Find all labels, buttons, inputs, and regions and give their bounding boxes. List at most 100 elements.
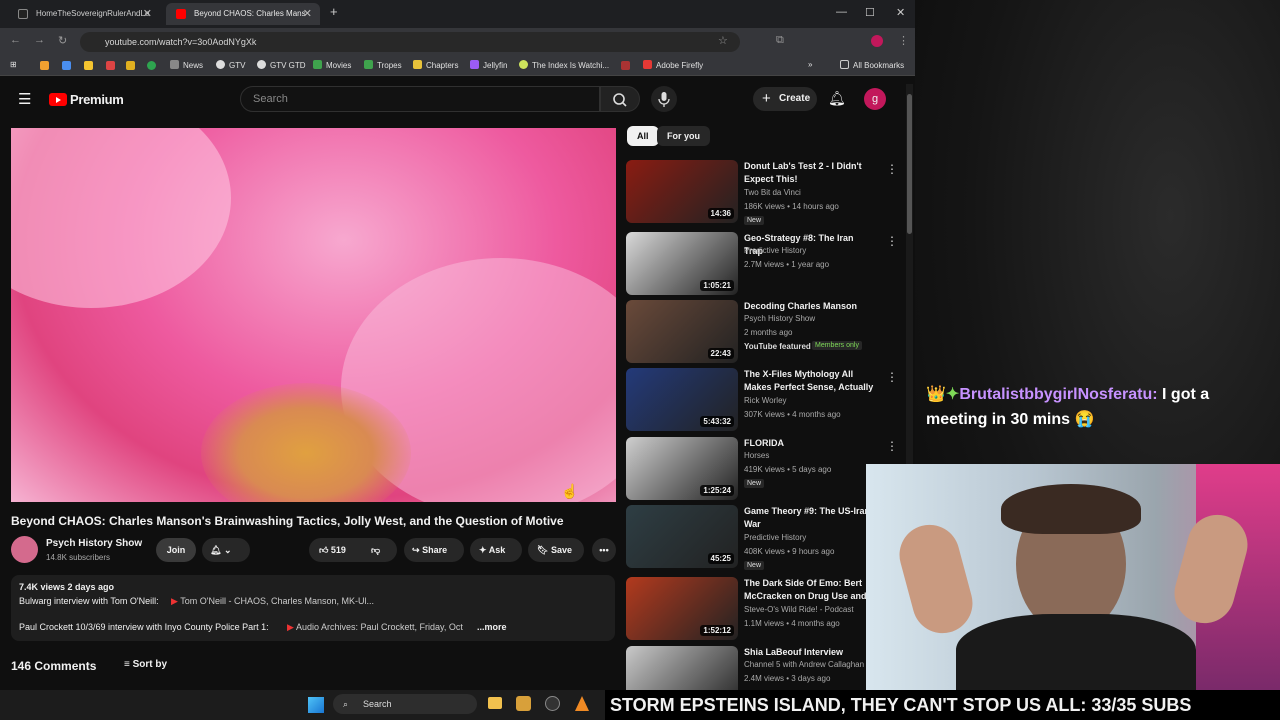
maximize-icon[interactable]: ☐: [865, 6, 875, 19]
close-window-icon[interactable]: ✕: [896, 6, 905, 19]
rec-thumbnail[interactable]: 14:36: [626, 160, 738, 223]
rec-title[interactable]: The X-Files Mythology All Makes Perfect …: [744, 368, 874, 394]
rec-channel[interactable]: Horses: [744, 451, 769, 460]
rec-item[interactable]: 1:25:24 FLORIDA Horses 419K views • 5 days …: [626, 437, 906, 501]
rec-channel[interactable]: Channel 5 with Andrew Callaghan: [744, 660, 864, 669]
rec-more-icon[interactable]: ⋮: [886, 162, 898, 176]
share-button[interactable]: ↪ Share: [404, 538, 464, 562]
taskbar-app-icon[interactable]: [516, 696, 531, 711]
rec-channel[interactable]: Predictive History: [744, 246, 806, 255]
rec-thumbnail[interactable]: 22:43: [626, 300, 738, 363]
rec-item[interactable]: Shia LaBeouf Interview Channel 5 with And…: [626, 646, 906, 690]
search-button[interactable]: [600, 86, 640, 112]
new-tab-icon[interactable]: +: [330, 4, 338, 19]
rec-item[interactable]: 22:43 Decoding Charles Manson Psych Histor…: [626, 300, 906, 364]
rec-item[interactable]: 45:25 Game Theory #9: The US-Iran War Pred…: [626, 505, 906, 570]
rec-channel[interactable]: Steve-O's Wild Ride! - Podcast: [744, 605, 854, 614]
search-input[interactable]: Search: [240, 86, 600, 112]
close-tab-icon[interactable]: ✕: [143, 3, 152, 25]
bookmark-icon[interactable]: [126, 61, 135, 70]
like-icon[interactable]: 👍︎: [319, 545, 328, 555]
whatsapp-icon[interactable]: [147, 61, 156, 70]
bookmark-tropes[interactable]: Tropes: [364, 60, 402, 70]
rec-title[interactable]: Shia LaBeouf Interview: [744, 646, 874, 659]
rec-thumbnail[interactable]: 1:52:12: [626, 577, 738, 640]
rec-thumbnail[interactable]: 1:05:21: [626, 232, 738, 295]
rec-thumbnail[interactable]: 1:25:24: [626, 437, 738, 500]
account-avatar[interactable]: g: [864, 88, 886, 110]
vlc-icon[interactable]: [575, 696, 589, 711]
chevron-right-icon[interactable]: »: [808, 60, 812, 69]
rec-item[interactable]: 14:36 Donut Lab's Test 2 - I Didn't Expec…: [626, 160, 906, 225]
show-more-link[interactable]: ...more: [477, 622, 507, 632]
all-bookmarks[interactable]: All Bookmarks: [840, 60, 904, 70]
close-tab-icon[interactable]: ✕: [303, 3, 312, 25]
chip-for-you[interactable]: For you: [657, 126, 710, 146]
join-button[interactable]: Join: [156, 538, 196, 562]
video-player[interactable]: ☝: [11, 128, 616, 502]
bookmark-jellyfin[interactable]: Jellyfin: [470, 60, 507, 70]
more-actions-button[interactable]: •••: [592, 538, 616, 562]
desc-link[interactable]: ▶ Tom O'Neill - CHAOS, Charles Manson, M…: [171, 596, 374, 607]
bookmark-index[interactable]: The Index Is Watchi...: [519, 60, 609, 70]
rec-channel[interactable]: Rick Worley: [744, 396, 787, 405]
rec-channel[interactable]: Psych History Show: [744, 314, 815, 323]
address-bar[interactable]: youtube.com/watch?v=3o0AodNYgXk: [80, 32, 740, 52]
like-dislike-group[interactable]: 👍︎ 519 👎︎: [309, 538, 397, 562]
rec-more-icon[interactable]: ⋮: [886, 439, 898, 453]
rec-channel[interactable]: Two Bit da Vinci: [744, 188, 801, 197]
tab-youtube[interactable]: Beyond CHAOS: Charles Mans ✕: [166, 3, 320, 25]
video-description[interactable]: 7.4K views 2 days ago Bulwarg interview …: [11, 575, 615, 641]
channel-name[interactable]: Psych History Show: [46, 538, 142, 549]
ask-button[interactable]: ✦ Ask: [470, 538, 522, 562]
rec-title[interactable]: FLORIDA: [744, 437, 874, 450]
bookmark-gtv-gtd[interactable]: GTV GTD: [257, 60, 306, 70]
rec-thumbnail[interactable]: [626, 646, 738, 690]
forward-icon[interactable]: →: [34, 34, 45, 46]
rec-more-icon[interactable]: ⋮: [886, 234, 898, 248]
chip-all[interactable]: All: [627, 126, 659, 146]
taskbar-app-icon[interactable]: [545, 696, 560, 711]
extensions-icon[interactable]: ⧉: [776, 34, 784, 47]
bookmark-movies[interactable]: Movies: [313, 60, 351, 70]
rec-thumbnail[interactable]: 5:43:32: [626, 368, 738, 431]
rec-item[interactable]: 1:05:21 Geo-Strategy #8: The Iran Trap Pre…: [626, 232, 906, 296]
rec-title[interactable]: The Dark Side Of Emo: Bert McCracken on …: [744, 577, 874, 603]
rec-title[interactable]: Decoding Charles Manson: [744, 300, 874, 313]
bookmark-icon[interactable]: [621, 61, 630, 70]
youtube-premium-logo[interactable]: Premium: [70, 92, 124, 107]
rec-thumbnail[interactable]: 45:25: [626, 505, 738, 568]
bookmark-news[interactable]: News: [170, 60, 203, 70]
taskbar-search[interactable]: ⌕ Search: [333, 694, 477, 714]
bookmark-icon[interactable]: [40, 61, 49, 70]
hamburger-menu-icon[interactable]: ☰: [18, 90, 31, 108]
rec-title[interactable]: Game Theory #9: The US-Iran War: [744, 505, 874, 531]
subscribed-bell-button[interactable]: 🔔︎ ⌄: [202, 538, 250, 562]
dislike-icon[interactable]: 👎︎: [371, 538, 380, 562]
apps-icon[interactable]: ⊞: [10, 60, 17, 69]
profile-icon[interactable]: [871, 35, 883, 47]
reload-icon[interactable]: ↻: [58, 34, 67, 47]
back-icon[interactable]: ←: [10, 34, 21, 46]
sort-button[interactable]: ≡ Sort by: [124, 659, 167, 670]
desc-link[interactable]: ▶ Audio Archives: Paul Crockett, Friday,…: [287, 622, 463, 633]
bookmark-adobe-firefly[interactable]: Adobe Firefly: [643, 60, 703, 70]
file-explorer-icon[interactable]: [488, 697, 502, 709]
drive-icon[interactable]: [84, 61, 93, 70]
rec-more-icon[interactable]: ⋮: [886, 370, 898, 384]
bookmark-icon[interactable]: [62, 61, 71, 70]
windows-start-icon[interactable]: [308, 697, 324, 713]
bookmark-gtv[interactable]: GTV: [216, 60, 245, 70]
rec-title[interactable]: Donut Lab's Test 2 - I Didn't Expect Thi…: [744, 160, 874, 186]
rec-item[interactable]: 5:43:32 The X-Files Mythology All Makes P…: [626, 368, 906, 432]
minimize-icon[interactable]: —: [836, 6, 847, 18]
notifications-bell-icon[interactable]: 🔔︎: [828, 90, 846, 107]
rec-channel[interactable]: Predictive History: [744, 533, 806, 542]
bookmark-chapters[interactable]: Chapters: [413, 60, 458, 70]
voice-search-button[interactable]: [651, 86, 677, 112]
scrollbar-thumb[interactable]: [907, 94, 912, 234]
create-button[interactable]: + Create: [753, 87, 817, 111]
menu-kebab-icon[interactable]: ⋮: [898, 34, 909, 47]
rec-item[interactable]: 1:52:12 The Dark Side Of Emo: Bert McCrac…: [626, 577, 906, 641]
bookmark-star-icon[interactable]: ☆: [718, 34, 728, 47]
